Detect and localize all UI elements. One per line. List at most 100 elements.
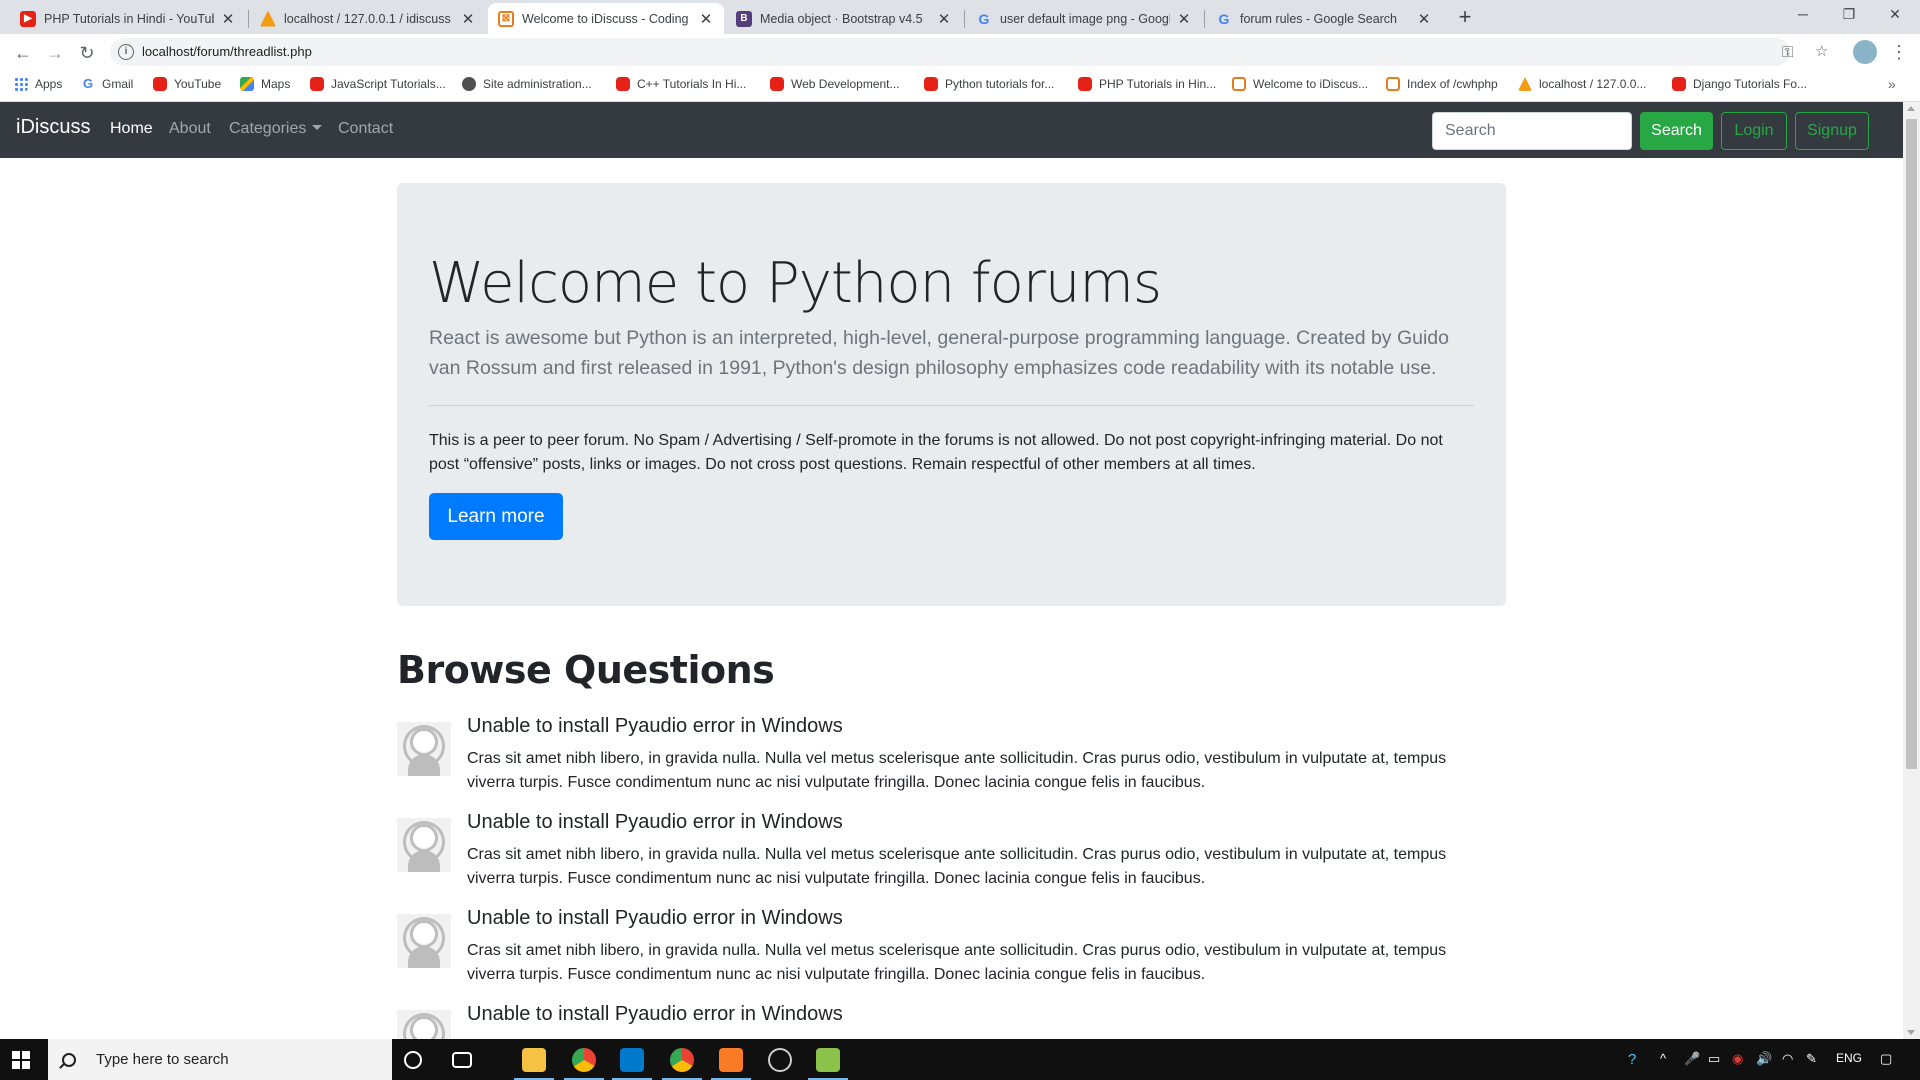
microphone-icon[interactable]: 🎤 xyxy=(1684,1051,1700,1067)
question-title[interactable]: Unable to install Pyaudio error in Windo… xyxy=(467,1003,843,1026)
scroll-up-icon[interactable] xyxy=(1907,106,1915,111)
bookmark-cpp[interactable]: C++ Tutorials In Hi... xyxy=(616,77,746,91)
close-tab-icon[interactable]: ✕ xyxy=(1176,10,1192,28)
profile-avatar-icon[interactable] xyxy=(1853,40,1877,64)
browser-tab-active[interactable]: ⊠ Welcome to iDiscuss - Coding Fo ✕ xyxy=(488,3,724,34)
close-tab-icon[interactable]: ✕ xyxy=(698,10,714,28)
language-indicator[interactable]: ENG xyxy=(1836,1051,1862,1065)
bookmark-localhost[interactable]: localhost / 127.0.0... xyxy=(1518,77,1646,91)
brand-logo[interactable]: iDiscuss xyxy=(16,116,90,139)
bookmark-webdev[interactable]: Web Development... xyxy=(770,77,900,91)
xampp-icon[interactable] xyxy=(719,1048,743,1072)
browser-tab[interactable]: G forum rules - Google Search ✕ xyxy=(1206,3,1442,34)
close-tab-icon[interactable]: ✕ xyxy=(460,10,476,28)
url-text: localhost/forum/threadlist.php xyxy=(142,44,312,59)
question-title[interactable]: Unable to install Pyaudio error in Windo… xyxy=(467,907,843,930)
xampp-icon xyxy=(1232,77,1246,91)
restore-icon[interactable]: ❐ xyxy=(1826,0,1872,30)
search-input[interactable] xyxy=(1432,112,1632,150)
vscode-icon[interactable] xyxy=(620,1048,644,1072)
question-body: Cras sit amet nibh libero, in gravida nu… xyxy=(467,942,1447,983)
windows-start-icon[interactable] xyxy=(12,1051,30,1069)
cortana-icon[interactable] xyxy=(404,1051,422,1069)
youtube-icon xyxy=(310,77,324,91)
browser-tab[interactable]: localhost / 127.0.0.1 / idiscuss / c ✕ xyxy=(250,3,486,34)
bookmark-cwhphp[interactable]: Index of /cwhphp xyxy=(1386,77,1498,91)
phpmyadmin-icon xyxy=(260,10,276,27)
google-icon: G xyxy=(83,76,94,91)
key-icon[interactable]: ⚿ xyxy=(1782,44,1793,61)
browser-tab[interactable]: G user default image png - Google ✕ xyxy=(966,3,1202,34)
back-icon[interactable]: ← xyxy=(10,40,36,66)
more-bookmarks-icon[interactable]: » xyxy=(1888,76,1896,92)
bookmark-youtube[interactable]: YouTube xyxy=(153,77,221,91)
help-icon[interactable]: ? xyxy=(1628,1051,1636,1068)
browser-tab[interactable]: B Media object · Bootstrap v4.5 ✕ xyxy=(726,3,962,34)
scroll-down-icon[interactable] xyxy=(1907,1030,1915,1035)
youtube-icon xyxy=(616,77,630,91)
bookmark-javascript[interactable]: JavaScript Tutorials... xyxy=(310,77,446,91)
site-navbar: iDiscuss Home About Categories Contact S… xyxy=(0,102,1903,158)
forward-icon[interactable]: → xyxy=(42,40,68,66)
reload-icon[interactable]: ↻ xyxy=(74,40,100,66)
bookmark-gmail[interactable]: G Gmail xyxy=(83,76,133,92)
obs-icon[interactable] xyxy=(768,1048,792,1072)
nav-categories-dropdown[interactable]: Categories xyxy=(229,120,323,138)
nav-contact[interactable]: Contact xyxy=(338,120,393,138)
chrome-profile-icon[interactable] xyxy=(670,1048,694,1072)
browser-tab[interactable]: ▶ PHP Tutorials in Hindi - YouTube ✕ xyxy=(10,3,246,34)
question-title[interactable]: Unable to install Pyaudio error in Windo… xyxy=(467,715,843,738)
bookmark-python[interactable]: Python tutorials for... xyxy=(924,77,1054,91)
volume-icon[interactable]: 🔊 xyxy=(1756,1051,1772,1067)
chrome-icon[interactable] xyxy=(572,1048,596,1072)
bookmark-idiscuss[interactable]: Welcome to iDiscus... xyxy=(1232,77,1368,91)
page-scrollbar[interactable] xyxy=(1903,102,1920,1039)
bookmark-apps[interactable]: Apps xyxy=(14,77,62,91)
tray-expand-icon[interactable]: ^ xyxy=(1660,1051,1666,1066)
file-explorer-icon[interactable] xyxy=(522,1048,546,1072)
page-content: Welcome to Python forums React is awesom… xyxy=(0,158,1903,1039)
question-title[interactable]: Unable to install Pyaudio error in Windo… xyxy=(467,811,843,834)
notifications-icon[interactable]: ▢ xyxy=(1880,1051,1892,1067)
phpmyadmin-icon xyxy=(1518,77,1532,91)
bootstrap-icon: B xyxy=(736,10,752,27)
question-body: Cras sit amet nibh libero, in gravida nu… xyxy=(467,750,1447,791)
learn-more-button[interactable]: Learn more xyxy=(429,493,563,540)
wifi-icon[interactable]: ◠ xyxy=(1782,1051,1793,1067)
battery-icon[interactable]: ▭ xyxy=(1708,1051,1720,1067)
tab-divider xyxy=(248,10,249,28)
close-window-icon[interactable]: ✕ xyxy=(1872,0,1918,30)
task-view-icon[interactable] xyxy=(452,1052,472,1068)
new-tab-icon[interactable]: + xyxy=(1452,5,1478,31)
category-description: React is awesome but Python is an interp… xyxy=(429,327,1449,379)
notepad-icon[interactable] xyxy=(816,1048,840,1072)
nav-about[interactable]: About xyxy=(169,120,211,138)
address-bar[interactable]: i localhost/forum/threadlist.php ⚿ xyxy=(110,38,1793,66)
scrollbar-thumb[interactable] xyxy=(1906,119,1917,769)
caret-down-icon xyxy=(312,125,323,130)
minimize-icon[interactable]: ─ xyxy=(1780,0,1826,30)
search-button[interactable]: Search xyxy=(1640,112,1713,150)
bookmark-php[interactable]: PHP Tutorials in Hin... xyxy=(1078,77,1216,91)
tab-divider xyxy=(1204,10,1205,28)
close-tab-icon[interactable]: ✕ xyxy=(220,10,236,28)
bookmark-django[interactable]: Django Tutorials Fo... xyxy=(1672,77,1807,91)
bookmark-site-admin[interactable]: Site administration... xyxy=(462,77,592,91)
bookmark-maps[interactable]: Maps xyxy=(240,77,290,91)
bookmark-star-icon[interactable]: ☆ xyxy=(1815,42,1828,60)
signup-button[interactable]: Signup xyxy=(1795,112,1869,150)
user-avatar-icon xyxy=(397,722,451,776)
xampp-icon: ⊠ xyxy=(498,10,514,27)
antivirus-icon[interactable]: ◉ xyxy=(1732,1051,1743,1067)
pen-icon[interactable]: ✎ xyxy=(1806,1051,1817,1067)
login-button[interactable]: Login xyxy=(1721,112,1787,150)
browser-menu-icon[interactable]: ⋮ xyxy=(1890,40,1908,64)
close-tab-icon[interactable]: ✕ xyxy=(936,10,952,28)
question-item: Unable to install Pyaudio error in Windo… xyxy=(397,1002,1506,1039)
site-info-icon[interactable]: i xyxy=(118,44,134,60)
taskbar-search[interactable]: Type here to search xyxy=(48,1039,392,1080)
category-title: Welcome to Python forums xyxy=(429,251,1162,316)
close-tab-icon[interactable]: ✕ xyxy=(1416,10,1432,28)
nav-home[interactable]: Home xyxy=(110,120,153,138)
question-item: Unable to install Pyaudio error in Windo… xyxy=(397,810,1506,900)
